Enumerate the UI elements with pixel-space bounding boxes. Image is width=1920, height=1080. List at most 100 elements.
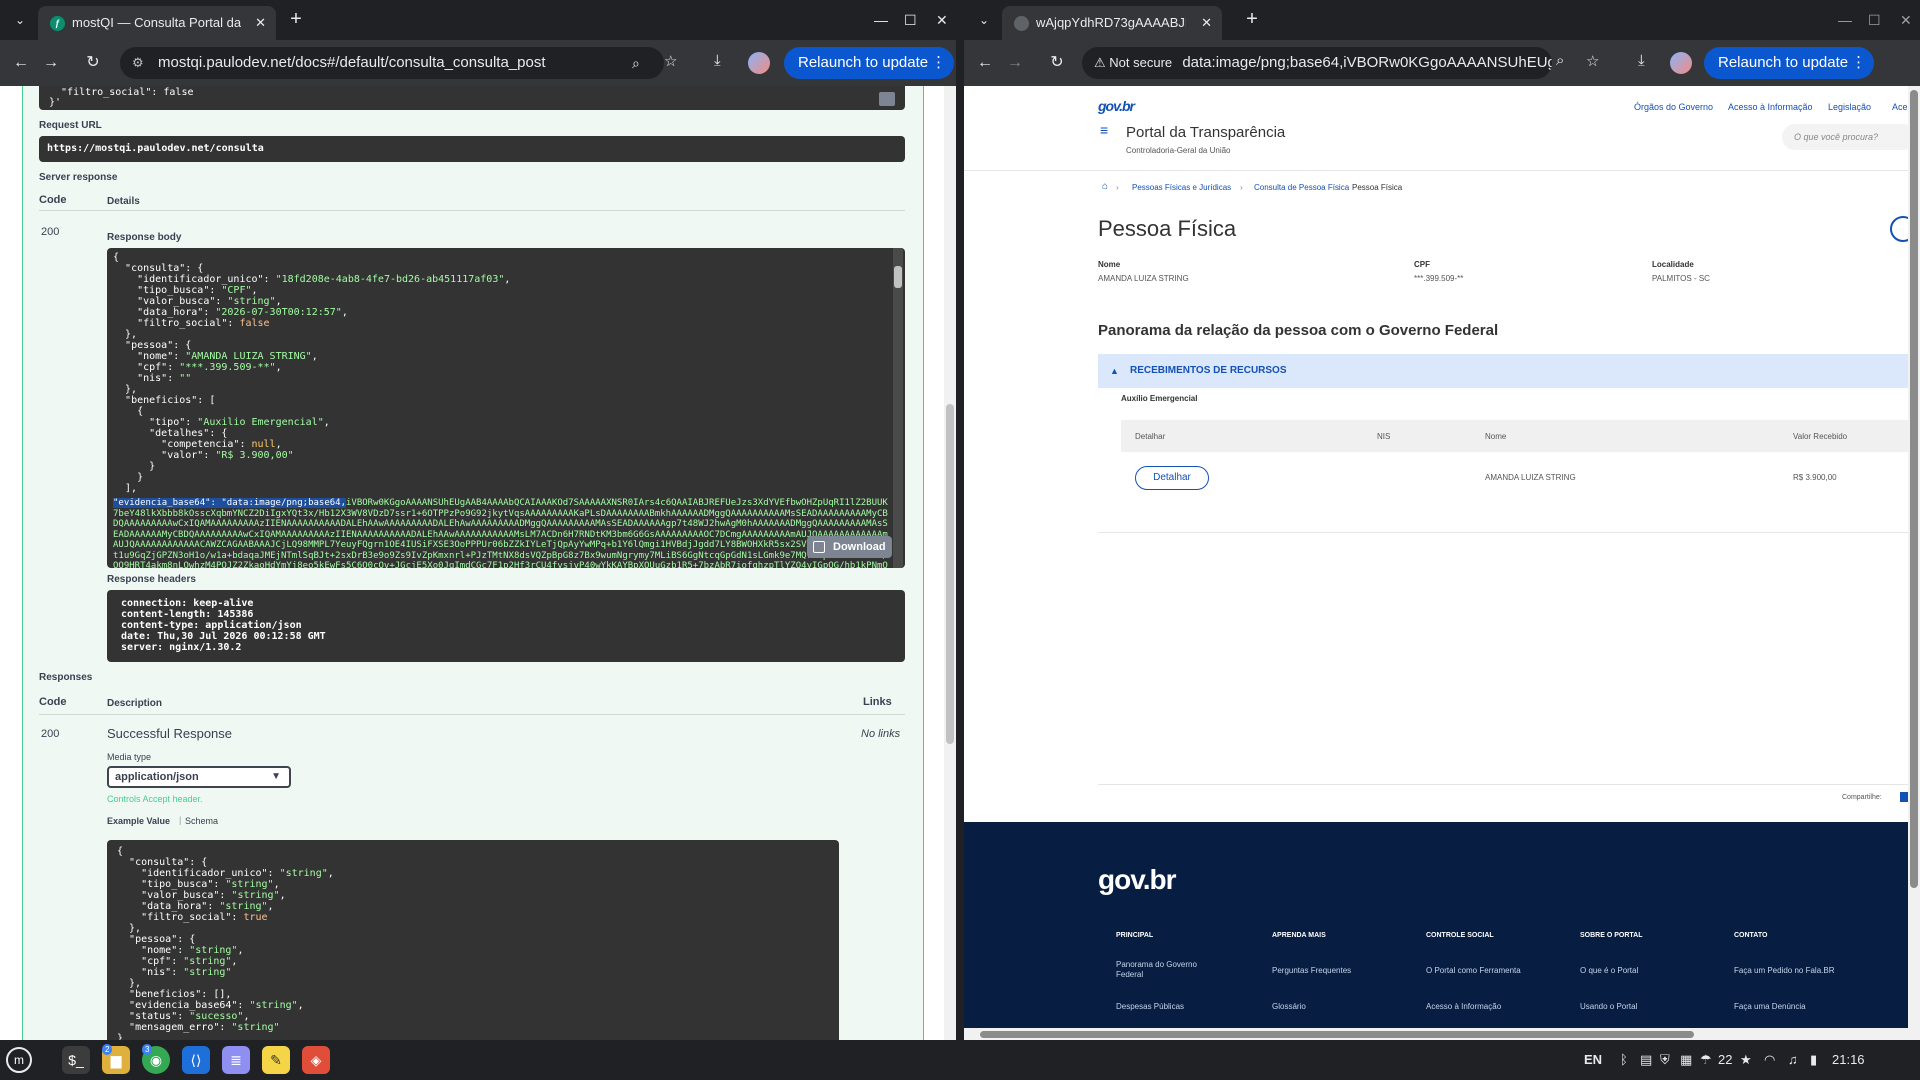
tab-search-button[interactable]: ⌄ — [972, 8, 996, 32]
music-icon[interactable]: ♫ — [1788, 1040, 1798, 1080]
weather-icon[interactable]: ☂ — [1700, 1040, 1712, 1080]
divider — [39, 714, 905, 715]
url-text: data:image/png;base64,iVBORw0KGgoAAAANSU… — [1182, 54, 1552, 71]
notes-tray-icon[interactable]: ▦ — [1680, 1040, 1692, 1080]
download-icon[interactable]: ⤓ — [714, 52, 721, 69]
reload-button[interactable]: ↻ — [80, 50, 106, 76]
left-tab-strip: ⌄ ƒ mostQI — Consulta Portal da ✕ + — ☐ … — [0, 0, 956, 40]
close-window-icon[interactable]: ✕ — [1900, 8, 1912, 32]
breadcrumb-item[interactable]: Pessoas Físicas e Jurídicas — [1132, 183, 1231, 192]
footer-link[interactable]: Despesas Públicas — [1116, 1002, 1184, 1012]
schema-tab[interactable]: Schema — [185, 816, 218, 826]
menu-dots-icon[interactable]: ⋮ — [931, 47, 946, 79]
text-editor-icon[interactable]: ≣ — [222, 1046, 250, 1074]
footer-link[interactable]: O Portal como Ferramenta — [1426, 966, 1521, 976]
responses-code-header: Code — [39, 696, 67, 708]
menu-dots-icon[interactable]: ⋮ — [1851, 47, 1866, 79]
close-tab-icon[interactable]: ✕ — [255, 6, 266, 40]
not-secure-badge[interactable]: ⚠ Not secure — [1094, 47, 1172, 79]
shield-icon[interactable]: ⛨ — [1660, 1040, 1670, 1080]
footer-link[interactable]: Faça um Pedido no Fala.BR — [1734, 966, 1835, 976]
footer-link[interactable]: Acesso à Informação — [1426, 1002, 1501, 1012]
tab-data-image[interactable]: wAjqpYdhRD73gAAAABJRU ✕ — [1002, 6, 1222, 40]
top-link[interactable]: Órgãos do Governo — [1634, 102, 1713, 112]
start-menu-icon[interactable]: m — [6, 1047, 32, 1073]
field-label: Localidade — [1652, 260, 1694, 269]
minimize-icon[interactable]: — — [874, 8, 888, 32]
footer-link[interactable]: Faça uma Denúncia — [1734, 1002, 1806, 1012]
maximize-icon[interactable]: ☐ — [904, 8, 917, 32]
new-tab-button[interactable]: + — [284, 8, 308, 32]
vscode-icon[interactable]: ⟨⟩ — [182, 1046, 210, 1074]
zoom-icon[interactable]: ⌕ — [1556, 52, 1564, 69]
relaunch-button[interactable]: Relaunch to update ⋮ — [784, 47, 955, 79]
cell-valor: R$ 3.900,00 — [1793, 473, 1837, 482]
footer-link[interactable]: Glossário — [1272, 1002, 1306, 1012]
footer-gov-logo[interactable]: gov.br — [1098, 864, 1176, 896]
back-button[interactable]: ← — [972, 50, 998, 76]
example-value-tab[interactable]: Example Value — [107, 816, 170, 826]
battery-icon[interactable]: ▮ — [1810, 1040, 1817, 1080]
address-bar[interactable]: ⚙ mostqi.paulodev.net/docs#/default/cons… — [120, 47, 664, 79]
relaunch-button[interactable]: Relaunch to update ⋮ — [1704, 47, 1875, 79]
footer-link[interactable]: Usando o Portal — [1580, 1002, 1637, 1012]
star-icon[interactable]: ★ — [1740, 1040, 1752, 1080]
notes-icon[interactable]: ✎ — [262, 1046, 290, 1074]
response-body[interactable]: { "consulta": { "identificador_unico": "… — [107, 248, 905, 568]
bookmark-star-icon[interactable]: ☆ — [664, 52, 677, 70]
back-button[interactable]: ← — [8, 50, 34, 76]
gov-logo[interactable]: gov.br — [1098, 98, 1135, 114]
terminal-icon[interactable]: $_ — [62, 1046, 90, 1074]
tab-search-button[interactable]: ⌄ — [8, 8, 32, 32]
accordion-recebimentos[interactable]: ▲ RECEBIMENTOS DE RECURSOS — [1098, 354, 1916, 388]
close-window-icon[interactable]: ✕ — [936, 8, 948, 32]
header-line: connection: keep-alive — [121, 598, 254, 609]
vertical-scrollbar[interactable] — [1908, 86, 1920, 1040]
reload-button[interactable]: ↻ — [1044, 50, 1070, 76]
tab-title: mostQI — Consulta Portal da — [72, 15, 242, 30]
home-icon[interactable]: ⌂ — [1102, 181, 1108, 192]
horizontal-scrollbar[interactable] — [964, 1028, 1908, 1040]
portal-title[interactable]: Portal da Transparência — [1126, 124, 1285, 141]
media-type-select[interactable]: application/json ▼ — [107, 766, 291, 788]
profile-avatar[interactable] — [1670, 52, 1692, 74]
close-tab-icon[interactable]: ✕ — [1201, 6, 1212, 40]
header-line: content-type: application/json — [121, 620, 302, 631]
share-icon[interactable] — [1900, 792, 1908, 802]
bookmark-star-icon[interactable]: ☆ — [1586, 52, 1599, 70]
new-tab-button[interactable]: + — [1240, 8, 1264, 32]
network-icon[interactable]: ◠ — [1764, 1040, 1775, 1080]
top-link[interactable]: Acesso à Informação — [1728, 102, 1813, 112]
clipboard-icon[interactable]: ▤ — [1640, 1040, 1652, 1080]
download-button[interactable]: Download — [807, 536, 892, 558]
hamburger-menu-icon[interactable]: ≡ — [1100, 122, 1108, 138]
response-body-scrollbar[interactable] — [893, 248, 903, 568]
copy-icon[interactable] — [879, 92, 895, 106]
forward-button[interactable]: → — [1002, 50, 1028, 76]
address-bar[interactable]: ⚠ Not secure data:image/png;base64,iVBOR… — [1082, 47, 1552, 79]
download-icon[interactable]: ⤓ — [1638, 52, 1645, 69]
footer-link[interactable]: Panorama do Governo Federal — [1116, 960, 1216, 980]
detalhar-button[interactable]: Detalhar — [1135, 466, 1209, 490]
zoom-icon[interactable]: ⌕ — [632, 47, 640, 79]
top-link[interactable]: Legislação — [1828, 102, 1871, 112]
bluetooth-icon[interactable]: ᛒ — [1620, 1040, 1628, 1080]
keyboard-layout[interactable]: EN — [1584, 1040, 1602, 1080]
top-link[interactable]: Ace — [1892, 102, 1908, 112]
app-icon[interactable]: ◈ — [302, 1046, 330, 1074]
tab-mostqi[interactable]: ƒ mostQI — Consulta Portal da ✕ — [38, 6, 276, 40]
site-info-icon[interactable]: ⚙ — [132, 47, 144, 79]
maximize-icon[interactable]: ☐ — [1868, 8, 1881, 32]
response-description: Successful Response — [107, 726, 233, 741]
page-scrollbar[interactable] — [944, 86, 956, 1040]
footer-link[interactable]: Perguntas Frequentes — [1272, 966, 1351, 976]
footer-link[interactable]: O que é o Portal — [1580, 966, 1638, 976]
profile-avatar[interactable] — [748, 52, 770, 74]
breadcrumb-item[interactable]: Consulta de Pessoa Física — [1254, 183, 1349, 192]
clock[interactable]: 21:16 — [1832, 1040, 1865, 1080]
search-input[interactable]: O que você procura? — [1782, 124, 1916, 150]
field-value: AMANDA LUIZA STRING — [1098, 274, 1189, 283]
snippet-line: "filtro_social": false — [49, 87, 194, 98]
forward-button[interactable]: → — [38, 50, 64, 76]
minimize-icon[interactable]: — — [1838, 8, 1852, 32]
